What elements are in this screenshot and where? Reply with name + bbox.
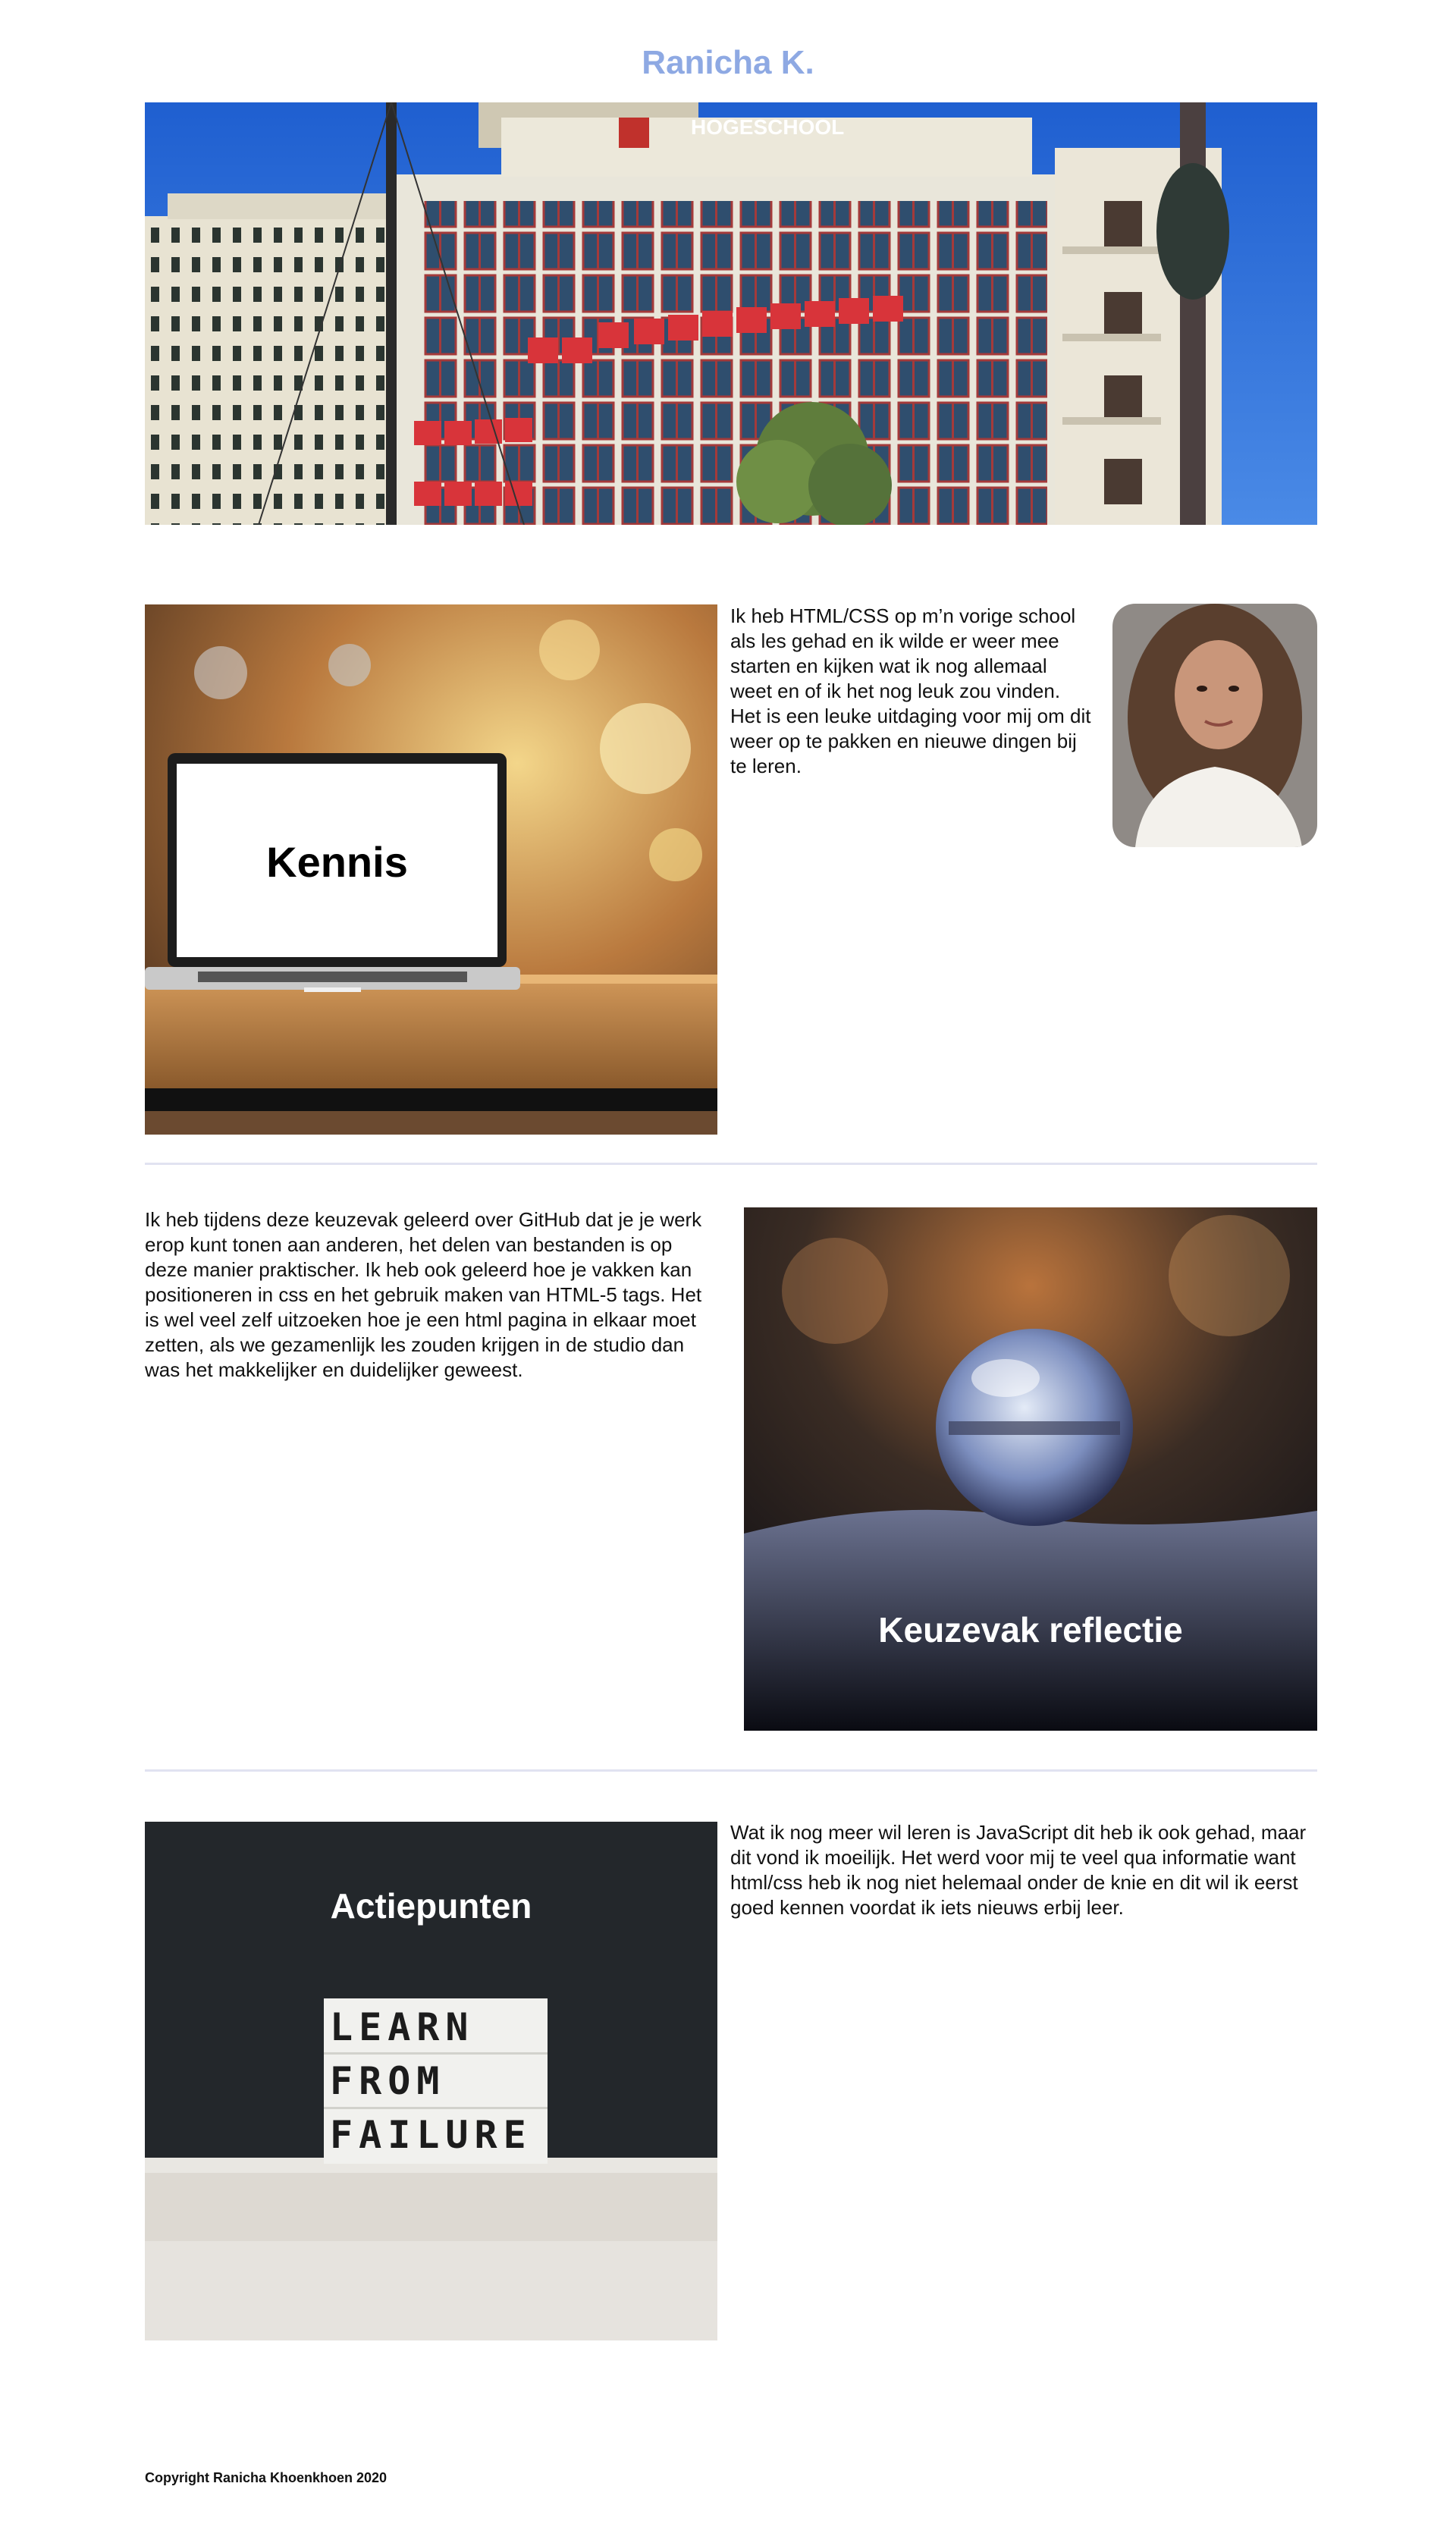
actiepunten-paragraph: Wat ik nog meer wil leren is JavaScript … — [730, 1821, 1307, 1919]
lightbox-line: FROM — [330, 2059, 446, 2103]
reflectie-paragraph: Ik heb tijdens deze keuzevak geleerd ove… — [145, 1208, 702, 1381]
reflectie-image: Keuzevak reflectie — [744, 1207, 1317, 1731]
lightbox-line: LEARN — [330, 2005, 475, 2049]
lightbox-line: FAILURE — [330, 2113, 532, 2157]
reflectie-overlay-label: Keuzevak reflectie — [878, 1610, 1183, 1650]
kennis-paragraph: Ik heb HTML/CSS op m’n vorige school als… — [730, 604, 1091, 777]
actiepunten-image: Actiepunten LEARN FROM FAILURE — [145, 1822, 717, 2340]
kennis-overlay-label: Kennis — [266, 838, 408, 886]
actiepunten-overlay-label: Actiepunten — [330, 1886, 532, 1926]
site-title: Ranicha K. — [642, 44, 814, 81]
section-divider — [145, 1163, 1317, 1165]
section-divider — [145, 1769, 1317, 1772]
profile-photo — [1112, 604, 1317, 847]
lightbox-sign: LEARN FROM FAILURE — [330, 2001, 542, 2162]
footer-copyright: Copyright Ranicha Khoenkhoen 2020 — [145, 2470, 388, 2485]
hero-image: HOGESCHOOL — [145, 102, 1317, 525]
kennis-image: Kennis — [145, 604, 717, 1135]
hero-sign-text: HOGESCHOOL — [691, 115, 844, 139]
